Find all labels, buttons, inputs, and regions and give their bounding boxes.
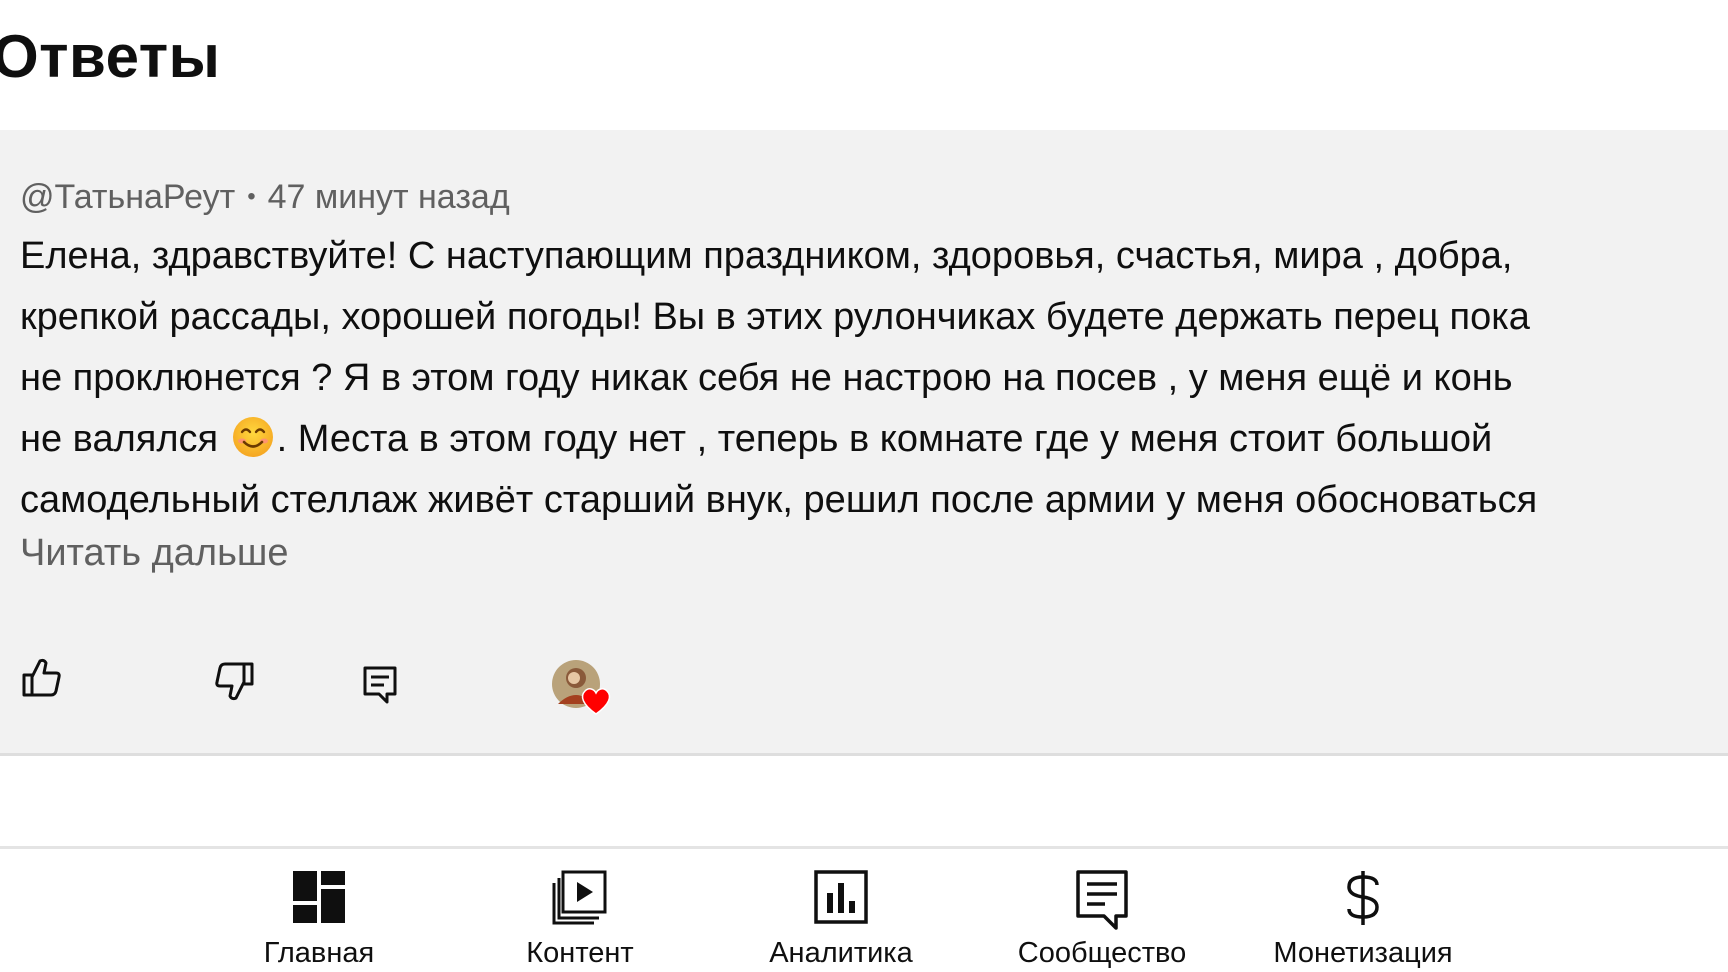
nav-item-monetization[interactable]: Монетизация bbox=[1243, 849, 1483, 972]
content-library-icon bbox=[552, 870, 607, 925]
meta-separator: • bbox=[247, 183, 256, 210]
like-button[interactable] bbox=[20, 655, 64, 704]
comment-time: 47 минут назад bbox=[267, 178, 510, 216]
comment-author[interactable]: @ТатьнаРеут bbox=[20, 178, 235, 216]
nav-label: Монетизация bbox=[1273, 937, 1453, 969]
comment-line: Елена, здравствуйте! С наступающим празд… bbox=[20, 235, 1513, 277]
creator-heart-icon bbox=[581, 688, 611, 715]
bottom-nav: Главная Контент Аналитика Сообщество Мон… bbox=[0, 849, 1728, 972]
dashboard-icon bbox=[293, 871, 345, 923]
dislike-button[interactable] bbox=[212, 660, 256, 709]
comment-card: @ТатьнаРеут • 47 минут назад Елена, здравс… bbox=[0, 130, 1728, 756]
thumb-up-icon bbox=[22, 658, 61, 697]
community-icon bbox=[1076, 870, 1128, 930]
comment-line: не проклюнется ? Я в этом году никак себ… bbox=[20, 357, 1513, 399]
comment-line-with-emoji: не валялся . Места в этом году нет , теп… bbox=[20, 409, 1720, 470]
creator-heart-badge bbox=[550, 658, 616, 720]
comment-text: Елена, здравствуйте! С наступающим празд… bbox=[20, 226, 1720, 531]
nav-item-content[interactable]: Контент bbox=[460, 849, 700, 972]
analytics-icon bbox=[814, 870, 868, 924]
nav-item-community[interactable]: Сообщество bbox=[982, 849, 1222, 972]
nav-item-dashboard[interactable]: Главная bbox=[199, 849, 439, 972]
comment-meta: @ТатьнаРеут • 47 минут назад bbox=[20, 178, 510, 217]
comment-line: самодельный стеллаж живёт старший внук, … bbox=[20, 479, 1538, 521]
read-more-link[interactable]: Читать дальше bbox=[20, 532, 289, 575]
smiling-face-emoji-icon bbox=[232, 417, 273, 457]
nav-label: Главная bbox=[263, 937, 375, 969]
thumb-down-icon bbox=[215, 662, 254, 701]
nav-item-analytics[interactable]: Аналитика bbox=[721, 849, 961, 972]
nav-label: Контент bbox=[526, 937, 634, 969]
comment-line: крепкой рассады, хорошей погоды! Вы в эт… bbox=[20, 296, 1530, 338]
dollar-icon bbox=[1347, 871, 1379, 925]
comment-line-part: . Места в этом году нет , теперь в комна… bbox=[276, 418, 1493, 460]
reply-comment-icon bbox=[363, 666, 397, 704]
comment-line-part: не валялся bbox=[20, 418, 219, 460]
reply-button[interactable] bbox=[362, 665, 398, 710]
page-title: Ответы bbox=[0, 23, 221, 90]
nav-label: Сообщество bbox=[1017, 937, 1187, 969]
nav-label: Аналитика bbox=[769, 937, 913, 969]
